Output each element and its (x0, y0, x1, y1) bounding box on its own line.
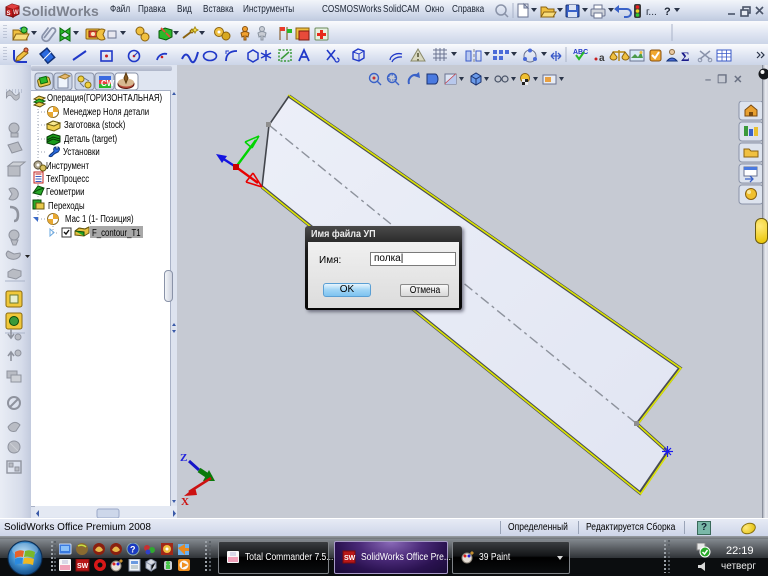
svg-text:ABC: ABC (573, 49, 588, 56)
svg-text:S: S (7, 11, 11, 17)
svg-text:SW: SW (344, 555, 356, 562)
svg-text:X: X (181, 496, 189, 508)
svg-text:Σ: Σ (681, 49, 690, 64)
svg-text:?: ? (130, 545, 136, 555)
svg-text:a: a (599, 53, 605, 64)
svg-text:Z: Z (180, 452, 187, 464)
svg-text:SW: SW (77, 563, 89, 570)
svg-text:CW: CW (101, 79, 115, 88)
svg-text:г...: г... (646, 7, 657, 18)
svg-text:?: ? (664, 6, 671, 18)
svg-text:W: W (13, 10, 19, 16)
